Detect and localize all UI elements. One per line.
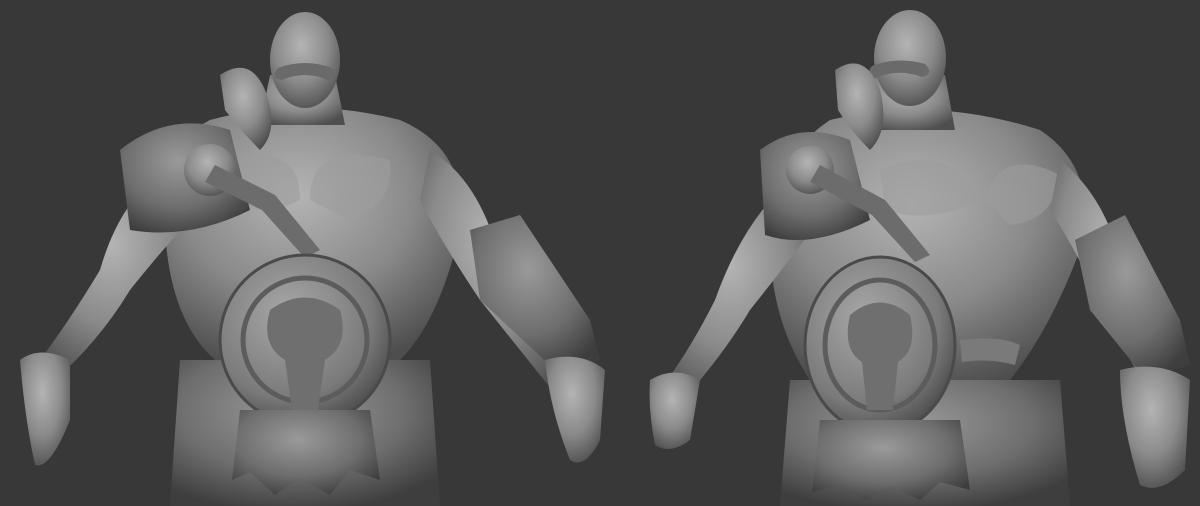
- head: [874, 10, 946, 106]
- head: [270, 12, 340, 108]
- gauntlet: [470, 215, 600, 370]
- sculpt-canvas: [20, 10, 1190, 506]
- hand-left: [20, 352, 70, 466]
- hand-left: [649, 372, 700, 449]
- three-quarter-view: [649, 10, 1190, 506]
- hand-right: [1120, 366, 1190, 488]
- front-view: [20, 12, 605, 506]
- gauntlet: [1075, 215, 1190, 378]
- sculpt-viewport: [0, 0, 1200, 506]
- hand-right: [545, 356, 605, 463]
